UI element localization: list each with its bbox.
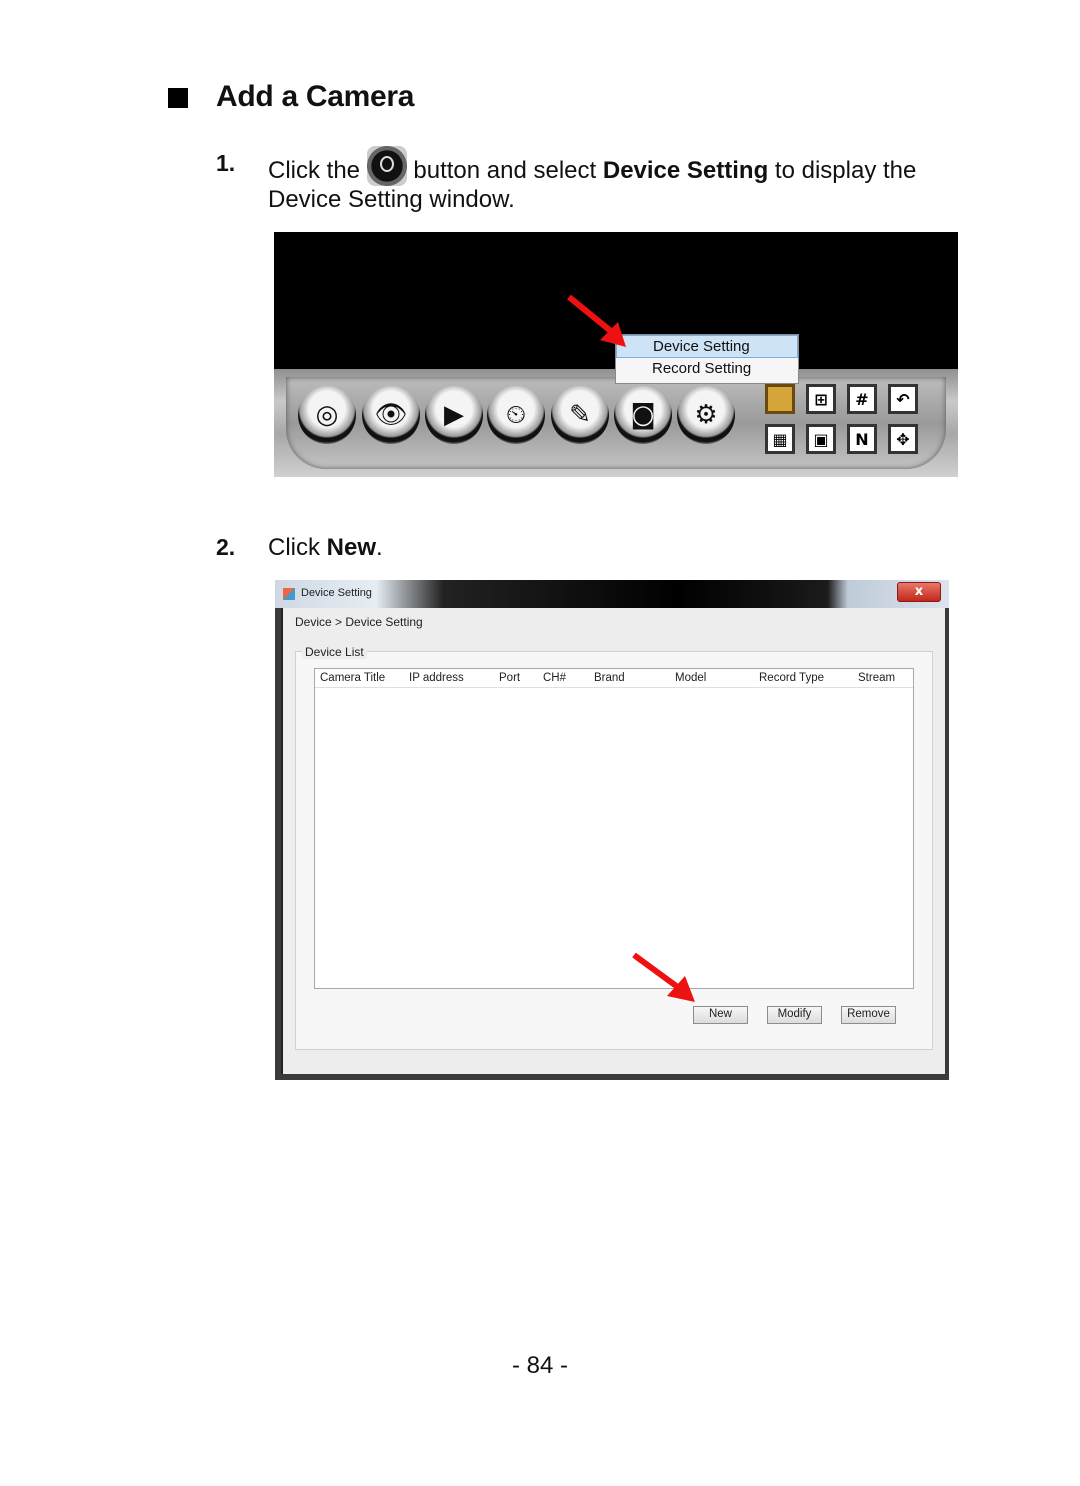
- playback-icon[interactable]: ▶: [425, 386, 483, 444]
- step-2-text: Click New.: [268, 530, 383, 565]
- arrow-shaft: [632, 952, 681, 991]
- layout-9-glyph: #: [855, 389, 869, 409]
- window-titlebar: Device Setting x: [275, 580, 949, 608]
- step-2-bold: New: [326, 534, 377, 561]
- remove-button[interactable]: Remove: [841, 1006, 896, 1024]
- column-brand[interactable]: Brand: [594, 672, 625, 684]
- app-icon: [283, 588, 295, 600]
- modify-button[interactable]: Modify: [767, 1006, 822, 1024]
- column-stream[interactable]: Stream: [858, 672, 895, 684]
- device-camera-icon[interactable]: ◙: [614, 386, 672, 444]
- step-1-text-end: to display the: [774, 157, 917, 184]
- arrow-shaft: [567, 294, 614, 335]
- rotate-icon[interactable]: ↶: [888, 384, 918, 414]
- step-2-text-start: Click: [268, 534, 320, 561]
- settings-gear-icon[interactable]: ⚙: [677, 386, 735, 444]
- section-bullet: [168, 88, 188, 108]
- layout-16-icon[interactable]: ▣: [806, 424, 836, 454]
- screenshot-main-toolbar: ◎ 👁 ▶ ⏲ ✎ ◙ ⚙ ⊞ # ↶ ▦ ▣ N ✥ Device Setti…: [274, 232, 958, 477]
- red-arrow-icon: [632, 952, 695, 1002]
- window-title: Device Setting: [301, 587, 372, 599]
- step-1-number: 1.: [216, 150, 236, 176]
- column-record-type[interactable]: Record Type: [759, 672, 824, 684]
- column-port[interactable]: Port: [499, 672, 520, 684]
- layout-9-icon[interactable]: #: [847, 384, 877, 414]
- layout-16-glyph: ▣: [813, 429, 829, 449]
- column-ch[interactable]: CH#: [543, 672, 566, 684]
- menu-item-record-setting[interactable]: Record Setting: [616, 358, 798, 381]
- step-2-text-end: .: [376, 534, 383, 561]
- rotate-glyph: ↶: [896, 389, 910, 409]
- main-toolbar: ◎ 👁 ▶ ⏲ ✎ ◙ ⚙ ⊞ # ↶ ▦ ▣ N ✥: [274, 369, 958, 477]
- layout-4-glyph: ⊞: [814, 389, 828, 409]
- record-glyph: ◎: [315, 400, 339, 430]
- column-ip-address[interactable]: IP address: [409, 672, 464, 684]
- page-number: - 84 -: [511, 1352, 568, 1379]
- close-button[interactable]: x: [897, 582, 941, 602]
- schedule-glyph: ⏲: [505, 399, 527, 430]
- n-glyph: N: [855, 429, 869, 449]
- step-1-text-start: Click the: [268, 157, 361, 184]
- screenshot-device-setting-window: Device Setting x Device > Device Setting…: [275, 580, 949, 1080]
- step-2-number: 2.: [216, 534, 236, 560]
- camera-glyph: ◙: [630, 400, 656, 430]
- column-model[interactable]: Model: [675, 672, 706, 684]
- device-setting-camera-icon: [366, 146, 407, 186]
- n-icon[interactable]: N: [847, 424, 877, 454]
- fullscreen-glyph: ✥: [896, 429, 910, 449]
- pencil-glyph: ✎: [569, 400, 591, 430]
- device-list-label: Device List: [302, 645, 367, 659]
- record-icon[interactable]: ◎: [298, 386, 356, 444]
- table-header: Camera Title IP address Port CH# Brand M…: [315, 669, 913, 688]
- window-client-area: Device > Device Setting Device List Came…: [281, 608, 945, 1074]
- play-glyph: ▶: [444, 400, 464, 430]
- edit-pencil-icon[interactable]: ✎: [551, 386, 609, 444]
- layout-13-icon[interactable]: ▦: [765, 424, 795, 454]
- fullscreen-icon[interactable]: ✥: [888, 424, 918, 454]
- step-1-line2: Device Setting window.: [268, 186, 515, 213]
- live-view-eye-icon[interactable]: 👁: [362, 386, 420, 444]
- column-camera-title[interactable]: Camera Title: [320, 672, 385, 684]
- step-1-text-mid: button and select: [413, 157, 597, 184]
- new-button[interactable]: New: [693, 1006, 748, 1024]
- schedule-book-icon[interactable]: ⏲: [487, 386, 545, 444]
- layout-4-icon[interactable]: ⊞: [806, 384, 836, 414]
- context-menu: Device Setting Record Setting: [615, 334, 799, 384]
- layout-13-glyph: ▦: [772, 429, 788, 449]
- gear-glyph: ⚙: [694, 400, 718, 430]
- menu-item-device-setting[interactable]: Device Setting: [616, 335, 798, 358]
- step-1-bold: Device Setting: [602, 157, 769, 184]
- eye-glyph: 👁: [374, 400, 408, 430]
- breadcrumb: Device > Device Setting: [295, 615, 423, 629]
- layout-1-icon[interactable]: [765, 384, 795, 414]
- red-arrow-icon: [567, 294, 626, 347]
- section-heading: Add a Camera: [216, 80, 415, 113]
- device-list-table[interactable]: Camera Title IP address Port CH# Brand M…: [314, 668, 914, 989]
